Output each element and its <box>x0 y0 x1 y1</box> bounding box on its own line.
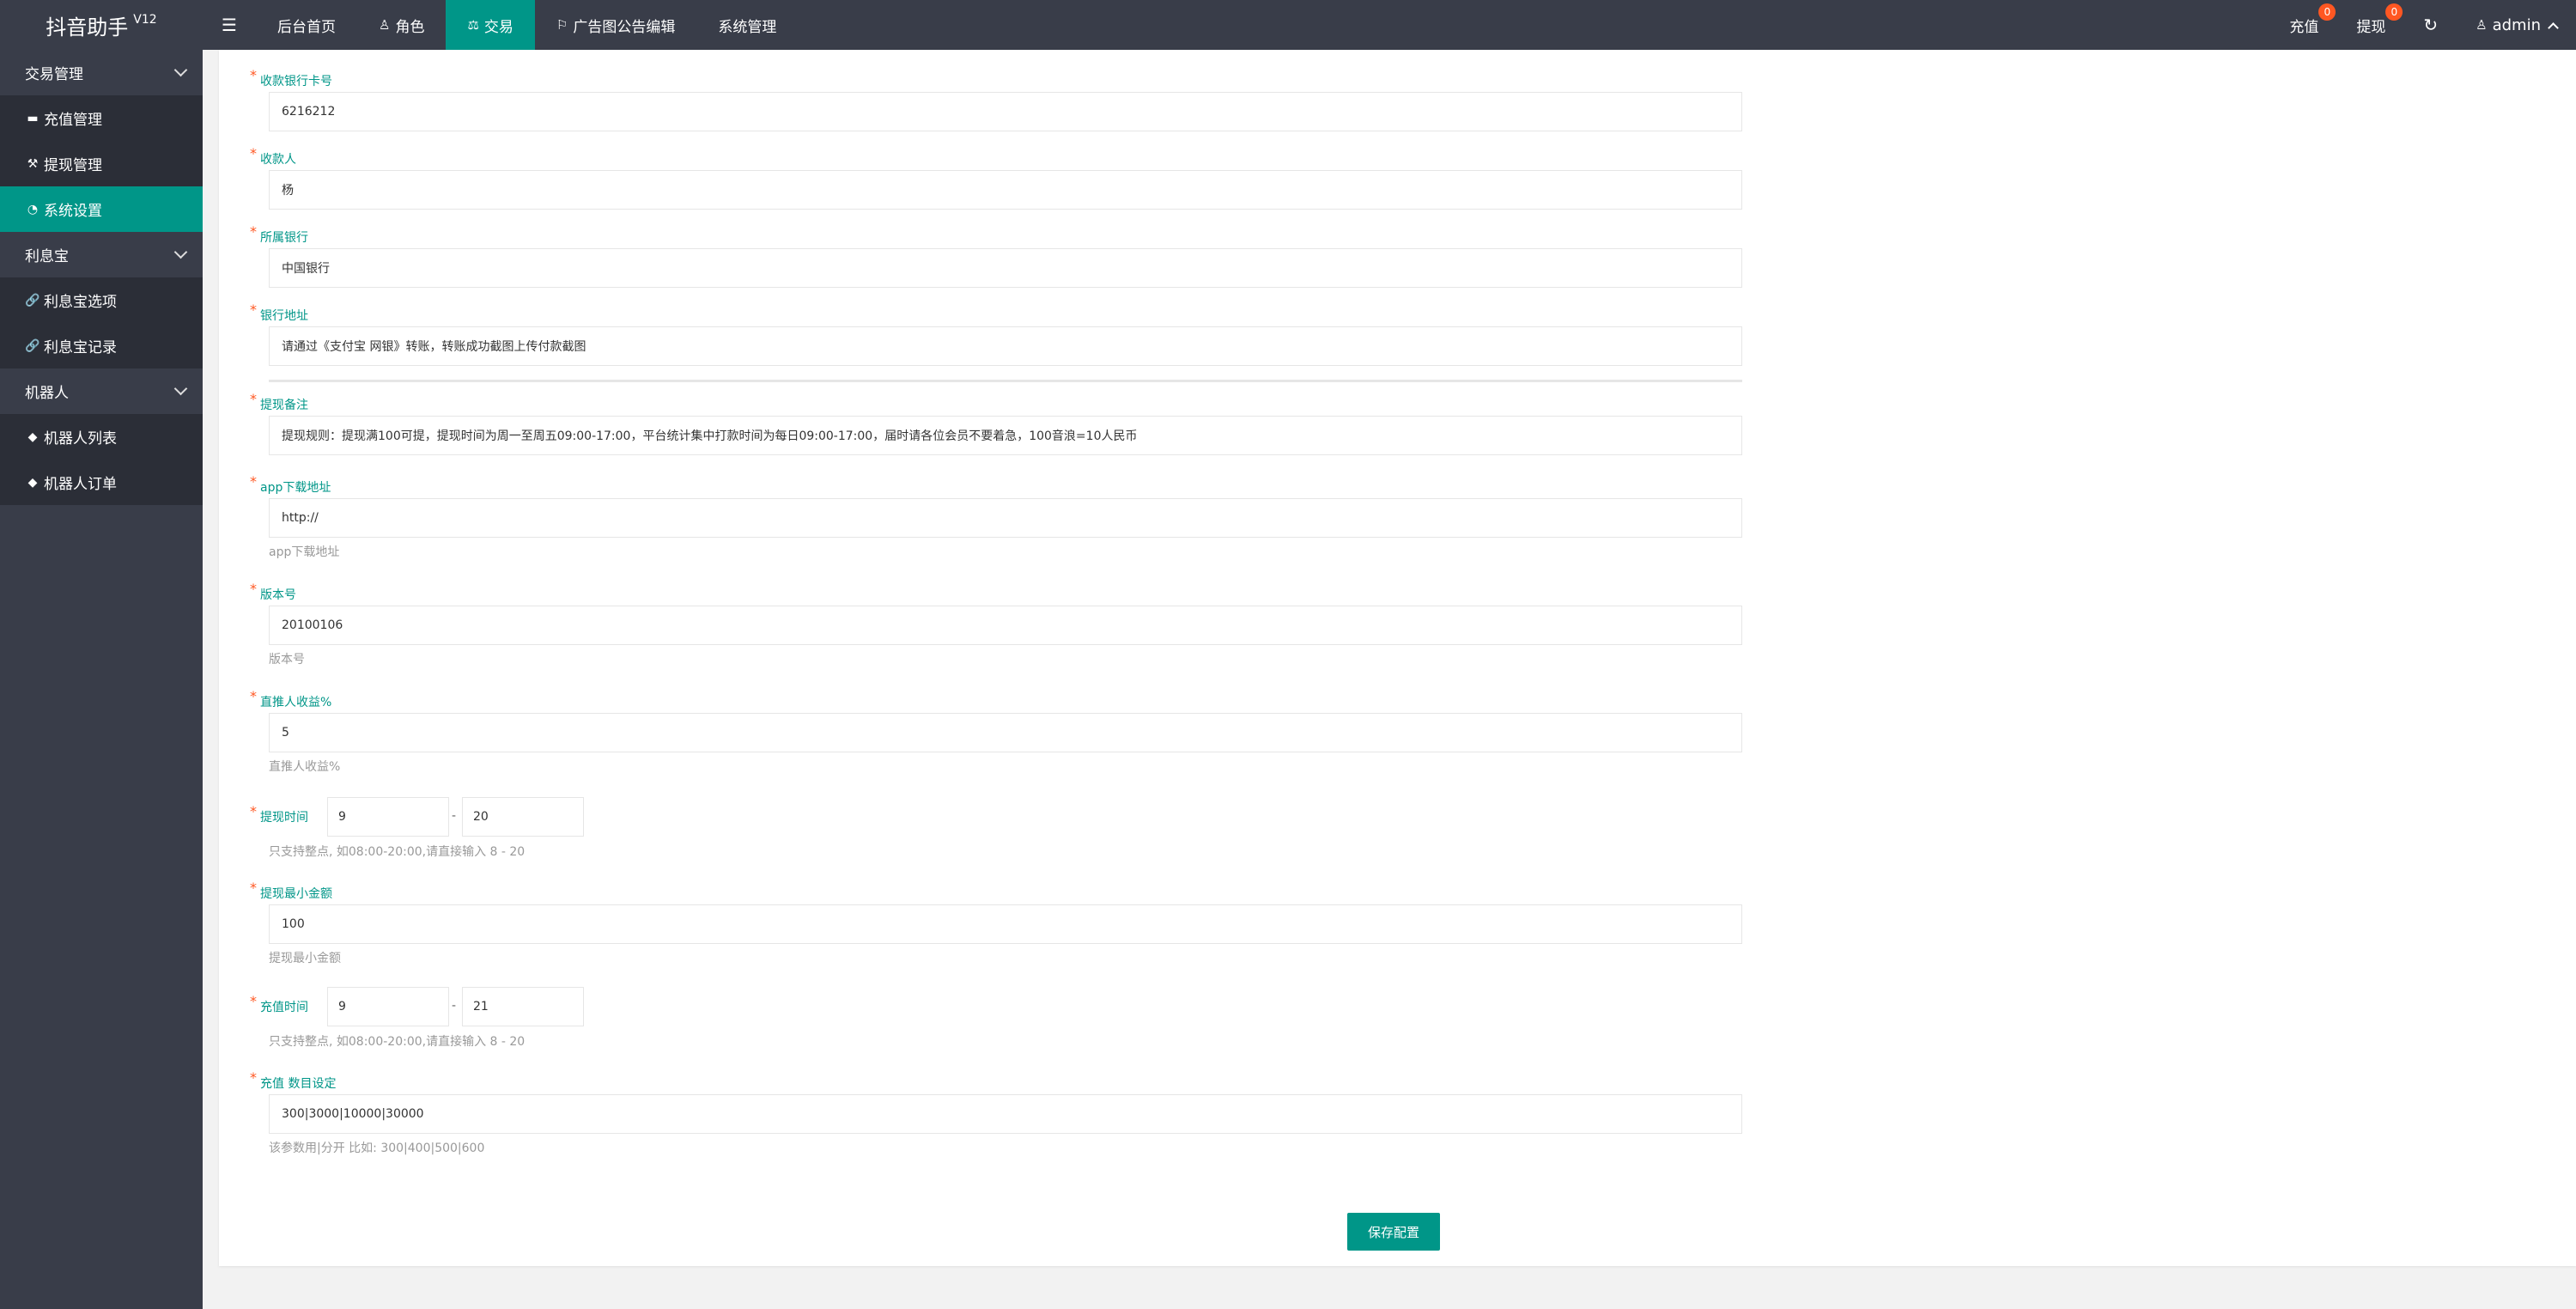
field-help: 只支持整点, 如08:00-20:00,请直接输入 8 - 20 <box>269 845 526 859</box>
menu-toggle-icon[interactable]: ☰ <box>203 0 256 50</box>
username: admin <box>2492 15 2541 34</box>
chevron-up-icon <box>2548 21 2559 33</box>
field-help: 直推人收益% <box>269 760 341 774</box>
withdraw-note-input[interactable]: 提现规则：提现满100可提，提现时间为周一至周五09:00-17:00，平台统计… <box>269 416 1742 455</box>
diamond-icon: ◆ <box>27 429 38 444</box>
sidebar-item-label: 系统设置 <box>44 203 102 220</box>
nav-home[interactable]: 后台首页 <box>256 0 357 50</box>
recharge-amounts-input[interactable]: 300|3000|10000|30000 <box>269 1094 1742 1134</box>
settings-form: * 收款银行卡号 6216212 * 收款人 杨 * 所属银行 中国银行 * 银行地址 … <box>219 50 2576 1266</box>
withdraw-link[interactable]: 提现 0 <box>2337 0 2404 50</box>
recharge-badge: 0 <box>2318 3 2336 21</box>
app-url-input[interactable]: http:// <box>269 498 1742 538</box>
field-label: * 提现时间 <box>250 803 308 825</box>
field-label: * 提现备注 <box>250 391 308 412</box>
nav-ads[interactable]: ⚐ 广告图公告编辑 <box>535 0 696 50</box>
top-right-tools: 充值 0 提现 0 ↻ ♙ admin <box>2270 0 2576 50</box>
sidebar-item-label: 充值管理 <box>44 112 102 129</box>
sidebar-item-recharge[interactable]: ▬ 充值管理 <box>0 95 203 141</box>
nav-roles[interactable]: ♙ 角色 <box>357 0 446 50</box>
nav-system[interactable]: 系统管理 <box>696 0 798 50</box>
field-label: * 银行地址 <box>250 301 308 323</box>
nav-trade[interactable]: ⚖ 交易 <box>446 0 535 50</box>
recharge-time-from-input[interactable]: 9 <box>327 987 449 1026</box>
diamond-icon: ◆ <box>27 475 38 490</box>
referral-pct-input[interactable]: 5 <box>269 713 1742 752</box>
sidebar-group-interest[interactable]: 利息宝 <box>0 232 203 277</box>
scale-icon: ⚖ <box>467 17 479 33</box>
withdraw-badge: 0 <box>2385 3 2403 21</box>
nav-roles-label: 角色 <box>395 18 425 36</box>
bank-input[interactable]: 中国银行 <box>269 248 1742 288</box>
field-label: * 所属银行 <box>250 223 308 245</box>
sidebar: 抖音助手 V12 交易管理 ▬ 充值管理 ⚒ 提现管理 ◔ 系统设置 利息宝 🔗 … <box>0 0 203 1309</box>
bank-address-input[interactable]: 请通过《支付宝 网银》转账，转账成功截图上传付款截图 <box>269 326 1742 366</box>
chat-icon: ▬ <box>27 111 39 125</box>
field-label: * 直推人收益% <box>250 688 332 709</box>
recharge-link[interactable]: 充值 0 <box>2270 0 2337 50</box>
app-logo[interactable]: 抖音助手 V12 <box>0 0 203 50</box>
nav-trade-label: 交易 <box>483 18 513 36</box>
recharge-label: 充值 <box>2289 18 2319 36</box>
sidebar-item-label: 利息宝记录 <box>44 339 117 356</box>
range-separator: - <box>452 809 457 823</box>
user-icon: ♙ <box>2476 17 2488 33</box>
sidebar-item-label: 提现管理 <box>44 157 102 174</box>
withdraw-time-from-input[interactable]: 9 <box>327 797 449 837</box>
dashboard-icon: ◔ <box>27 202 39 216</box>
field-label: * 充值 数目设定 <box>250 1069 337 1091</box>
user-icon: ♙ <box>379 17 391 33</box>
sidebar-item-interest-options[interactable]: 🔗 利息宝选项 <box>0 277 203 323</box>
sidebar-item-label: 机器人订单 <box>44 476 117 493</box>
sidebar-group-robot[interactable]: 机器人 <box>0 368 203 414</box>
withdraw-label: 提现 <box>2356 18 2386 36</box>
range-separator: - <box>452 999 457 1013</box>
field-help: 该参数用|分开 比如: 300|400|500|600 <box>269 1142 485 1155</box>
bank-card-input[interactable]: 6216212 <box>269 92 1742 131</box>
field-label: * 充值时间 <box>250 993 308 1014</box>
sidebar-group-label: 机器人 <box>25 385 69 402</box>
sidebar-item-robot-orders[interactable]: ◆ 机器人订单 <box>0 460 203 505</box>
sidebar-item-system-settings[interactable]: ◔ 系统设置 <box>0 186 203 232</box>
field-label: * app下载地址 <box>250 473 331 495</box>
chevron-down-icon <box>173 381 188 396</box>
chevron-down-icon <box>173 245 188 259</box>
app-version: V12 <box>133 13 157 27</box>
payee-input[interactable]: 杨 <box>269 170 1742 210</box>
flag-icon: ⚐ <box>556 17 568 33</box>
field-label: * 提现最小金额 <box>250 880 332 901</box>
user-menu[interactable]: ♙ admin <box>2457 0 2576 50</box>
link-icon: 🔗 <box>25 338 40 353</box>
nav-ads-label: 广告图公告编辑 <box>573 18 676 36</box>
field-help: 提现最小金额 <box>269 952 341 965</box>
withdraw-time-to-input[interactable]: 20 <box>462 797 584 837</box>
app-title: 抖音助手 <box>46 15 129 40</box>
nav-home-label: 后台首页 <box>277 18 336 36</box>
recharge-time-to-input[interactable]: 21 <box>462 987 584 1026</box>
sidebar-item-label: 利息宝选项 <box>44 294 117 311</box>
sidebar-group-label: 交易管理 <box>25 66 83 83</box>
top-navbar: ☰ 后台首页 ♙ 角色 ⚖ 交易 ⚐ 广告图公告编辑 系统管理 充值 0 提现 … <box>203 0 2576 50</box>
nav-system-label: 系统管理 <box>718 18 777 36</box>
field-help: 只支持整点, 如08:00-20:00,请直接输入 8 - 20 <box>269 1035 526 1049</box>
save-config-button[interactable]: 保存配置 <box>1347 1213 1440 1251</box>
link-icon: 🔗 <box>25 293 40 307</box>
sidebar-item-robot-list[interactable]: ◆ 机器人列表 <box>0 414 203 460</box>
sidebar-group-trade[interactable]: 交易管理 <box>0 50 203 95</box>
sidebar-item-label: 机器人列表 <box>44 430 117 447</box>
field-label: * 收款银行卡号 <box>250 67 332 88</box>
chevron-down-icon <box>173 63 188 77</box>
field-label: * 版本号 <box>250 581 296 602</box>
field-label: * 收款人 <box>250 145 296 167</box>
refresh-icon[interactable]: ↻ <box>2404 0 2457 50</box>
withdraw-min-input[interactable]: 100 <box>269 904 1742 944</box>
sidebar-item-withdraw[interactable]: ⚒ 提现管理 <box>0 141 203 186</box>
version-input[interactable]: 20100106 <box>269 606 1742 645</box>
field-help: app下载地址 <box>269 545 340 559</box>
field-help: 版本号 <box>269 653 305 667</box>
sidebar-item-interest-records[interactable]: 🔗 利息宝记录 <box>0 323 203 368</box>
hammer-icon: ⚒ <box>27 156 39 171</box>
sidebar-group-label: 利息宝 <box>25 248 69 265</box>
resize-handle[interactable] <box>269 380 1742 382</box>
